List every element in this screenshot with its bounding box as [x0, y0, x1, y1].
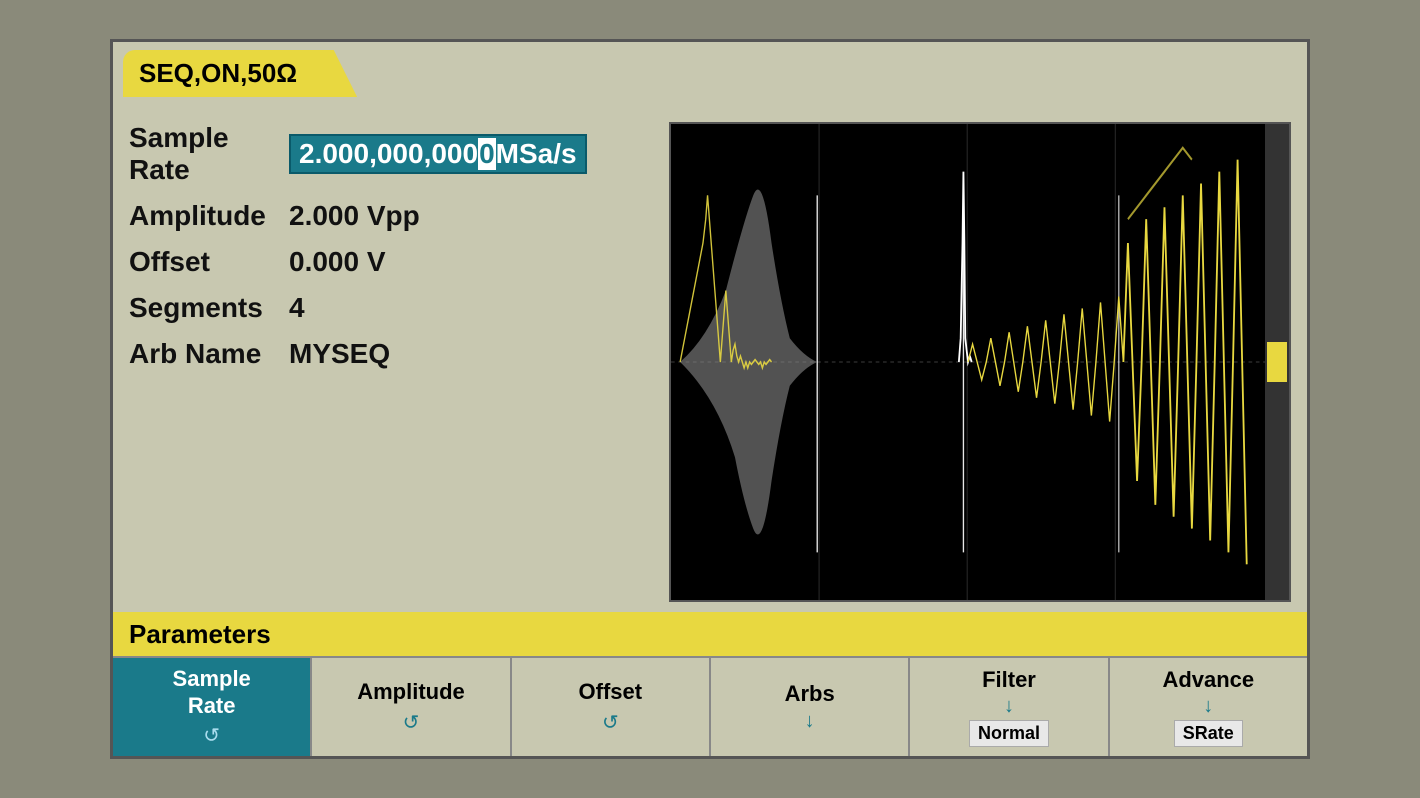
- amplitude-button[interactable]: Amplitude ↺: [312, 658, 511, 756]
- arbs-button-label: Arbs: [785, 681, 835, 707]
- offset-label: Offset: [129, 246, 289, 278]
- offset-button-label: Offset: [579, 679, 643, 705]
- amplitude-value: 2.000 Vpp: [289, 200, 420, 232]
- filter-down-icon: ↓: [1004, 695, 1014, 718]
- oscilloscope-screen: SEQ,ON,50Ω Sample Rate 2.000,000,0000MSa…: [110, 39, 1310, 759]
- offset-value: 0.000 V: [289, 246, 386, 278]
- arb-name-value: MYSEQ: [289, 338, 390, 370]
- filter-sub-value: Normal: [969, 720, 1049, 747]
- advance-button[interactable]: Advance ↓ SRate: [1110, 658, 1307, 756]
- advance-down-icon: ↓: [1203, 695, 1213, 718]
- segments-label: Segments: [129, 292, 289, 324]
- arb-name-row: Arb Name MYSEQ: [129, 338, 649, 370]
- sample-rate-button[interactable]: SampleRate ↺: [113, 658, 312, 756]
- amplitude-refresh-icon: ↺: [403, 710, 420, 735]
- offset-button[interactable]: Offset ↺: [512, 658, 711, 756]
- filter-button-label: Filter: [982, 667, 1036, 693]
- arb-name-label: Arb Name: [129, 338, 289, 370]
- header-area: SEQ,ON,50Ω: [113, 42, 1307, 102]
- sample-rate-refresh-icon: ↺: [203, 723, 220, 748]
- params-bar-title: Parameters: [129, 619, 271, 650]
- advance-button-label: Advance: [1162, 667, 1254, 693]
- sample-rate-button-label: SampleRate: [173, 666, 251, 719]
- offset-row: Offset 0.000 V: [129, 246, 649, 278]
- amplitude-button-label: Amplitude: [357, 679, 465, 705]
- advance-sub-value: SRate: [1174, 720, 1243, 747]
- sample-rate-before-cursor: 2.000,000,000: [299, 138, 478, 169]
- scroll-arrow-right[interactable]: [1275, 354, 1287, 370]
- info-panel: Sample Rate 2.000,000,0000MSa/s Amplitud…: [129, 122, 649, 602]
- params-bar: Parameters: [113, 612, 1307, 656]
- segments-value: 4: [289, 292, 305, 324]
- waveform-scrollbar[interactable]: [1265, 124, 1289, 600]
- main-content: Sample Rate 2.000,000,0000MSa/s Amplitud…: [113, 102, 1307, 612]
- segments-row: Segments 4: [129, 292, 649, 324]
- sample-rate-value[interactable]: 2.000,000,0000MSa/s: [289, 134, 587, 174]
- arbs-button[interactable]: Arbs ↓: [711, 658, 910, 756]
- sample-rate-cursor: 0: [478, 138, 496, 170]
- title-tab: SEQ,ON,50Ω: [123, 50, 357, 97]
- screen-title: SEQ,ON,50Ω: [139, 58, 297, 88]
- sample-rate-row: Sample Rate 2.000,000,0000MSa/s: [129, 122, 649, 186]
- amplitude-row: Amplitude 2.000 Vpp: [129, 200, 649, 232]
- button-bar: SampleRate ↺ Amplitude ↺ Offset ↺ Arbs ↓…: [113, 656, 1307, 756]
- offset-refresh-icon: ↺: [602, 710, 619, 735]
- arbs-down-icon: ↓: [805, 710, 815, 733]
- waveform-container: [669, 122, 1291, 602]
- waveform-display: [671, 124, 1289, 600]
- amplitude-label: Amplitude: [129, 200, 289, 232]
- waveform-svg: [671, 124, 1265, 600]
- sample-rate-label: Sample Rate: [129, 122, 289, 186]
- sample-rate-unit: MSa/s: [496, 138, 577, 169]
- filter-button[interactable]: Filter ↓ Normal: [910, 658, 1109, 756]
